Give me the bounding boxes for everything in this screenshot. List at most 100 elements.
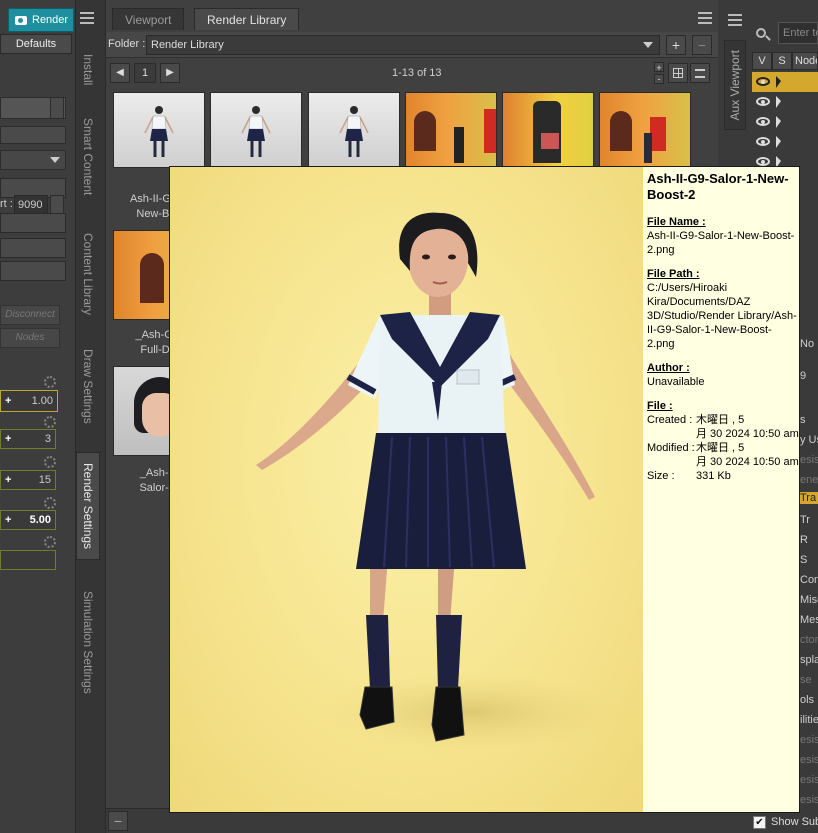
scene-row[interactable] [752,112,818,132]
scene-row[interactable] [752,72,818,92]
panel-item[interactable]: esis [800,754,818,766]
panel-item[interactable]: No [800,338,818,350]
tab-content-library[interactable]: Content Library [76,226,100,322]
panel-item[interactable]: ols [800,694,818,706]
header-node[interactable]: Node [792,52,818,70]
tab-smart-content[interactable]: Smart Content [76,112,100,202]
panel-item[interactable]: ilitie [800,714,818,726]
zoom-out-button[interactable]: - [654,74,664,84]
eye-icon[interactable] [756,117,770,126]
setting-dropdown[interactable] [0,150,66,170]
gear-icon[interactable] [44,536,56,548]
chevron-down-icon [643,42,653,48]
grid-view-button[interactable] [668,63,688,83]
tab-render-library[interactable]: Render Library [194,8,300,30]
thumbnail[interactable] [113,92,205,168]
folder-select[interactable]: Render Library [146,35,660,55]
tab-install[interactable]: Install [76,40,100,100]
menu-icon[interactable] [698,12,712,24]
defaults-button[interactable]: Defaults [0,34,72,54]
panel-item[interactable]: se [800,674,818,686]
thumbnail[interactable] [308,92,400,168]
panel-item[interactable]: S [800,554,818,566]
plus-icon: + [5,474,12,486]
panel-item[interactable]: 9 [800,370,818,382]
disconnect-button[interactable]: Disconnect [0,305,60,325]
tab-draw-settings[interactable]: Draw Settings [76,345,100,427]
page-number[interactable]: 1 [134,63,156,83]
spin-button[interactable] [50,97,64,119]
value-slider[interactable]: +15 [0,470,56,490]
zoom-in-button[interactable]: + [654,62,664,73]
setting-field[interactable] [0,238,66,258]
thumbnail[interactable] [405,92,497,168]
modified-value: 木曜日 , 5 月 30 2024 10:50 am [696,442,799,468]
panel-item[interactable]: esis [800,454,818,466]
panel-item[interactable]: esis [800,774,818,786]
eye-icon[interactable] [756,137,770,146]
panel-item[interactable]: spla [800,654,818,666]
tab-render-settings[interactable]: Render Settings [76,452,100,560]
gear-icon[interactable] [44,456,56,468]
show-sub-label: Show Sub [771,816,818,828]
menu-icon[interactable] [728,14,742,26]
panel-item[interactable]: Con [800,574,818,586]
show-sub-checkbox[interactable]: ✔ [753,816,766,829]
cursor-icon[interactable] [776,116,781,128]
panel-item[interactable]: esis [800,794,818,806]
panel-item[interactable]: Misc [800,594,818,606]
spin-button[interactable] [50,195,64,215]
header-visibility[interactable]: V [752,52,772,70]
panel-item[interactable]: Mes [800,614,818,626]
panel-item[interactable]: Tr [800,514,818,526]
tab-aux-viewport[interactable]: Aux Viewport [724,40,746,130]
render-preview-image [170,167,643,812]
thumbnail[interactable] [599,92,691,168]
list-icon [695,69,705,78]
prev-page-button[interactable]: ◀ [110,63,130,83]
tab-viewport[interactable]: Viewport [112,8,185,30]
value-slider[interactable]: +3 [0,429,56,449]
menu-icon[interactable] [80,12,94,24]
render-button[interactable]: Render [8,8,74,32]
value-slider[interactable]: +5.00 [0,510,56,530]
header-selectable[interactable]: S [772,52,792,70]
value-label: 15 [38,474,51,486]
list-view-button[interactable] [690,63,710,83]
scene-search-input[interactable]: Enter te [778,22,818,44]
remove-button[interactable]: − [692,35,712,55]
tab-simulation-settings[interactable]: Simulation Settings [76,582,100,702]
eye-icon[interactable] [756,157,770,166]
add-button[interactable]: + [666,35,686,55]
remove-button[interactable]: − [108,811,128,831]
port-field[interactable]: 9090 [14,195,48,215]
value-slider[interactable]: +1.00 [0,390,58,412]
eye-icon[interactable] [756,77,770,86]
eye-icon[interactable] [756,97,770,106]
panel-item[interactable]: enea [800,474,818,486]
thumbnail[interactable] [210,92,302,168]
next-page-button[interactable]: ▶ [160,63,180,83]
cursor-icon[interactable] [776,76,781,88]
value-slider[interactable] [0,550,56,570]
nodes-button[interactable]: Nodes [0,328,60,348]
panel-item-selected[interactable]: Tra [800,492,818,504]
gear-icon[interactable] [44,416,56,428]
cursor-icon[interactable] [776,96,781,108]
thumbnail[interactable] [502,92,594,168]
setting-field[interactable] [0,213,66,233]
search-icon [754,26,772,44]
panel-item[interactable]: ctor [800,634,818,646]
panel-item[interactable]: esis [800,734,818,746]
scene-row[interactable] [752,132,818,152]
gear-icon[interactable] [44,497,56,509]
gear-icon[interactable] [44,376,56,388]
cursor-icon[interactable] [776,136,781,148]
panel-item[interactable]: s [800,414,818,426]
setting-field[interactable] [0,261,66,281]
grid-icon [673,68,683,78]
panel-item[interactable]: R [800,534,818,546]
scene-row[interactable] [752,92,818,112]
item-count: 1-13 of 13 [392,67,442,79]
panel-item[interactable]: y Us [800,434,818,446]
